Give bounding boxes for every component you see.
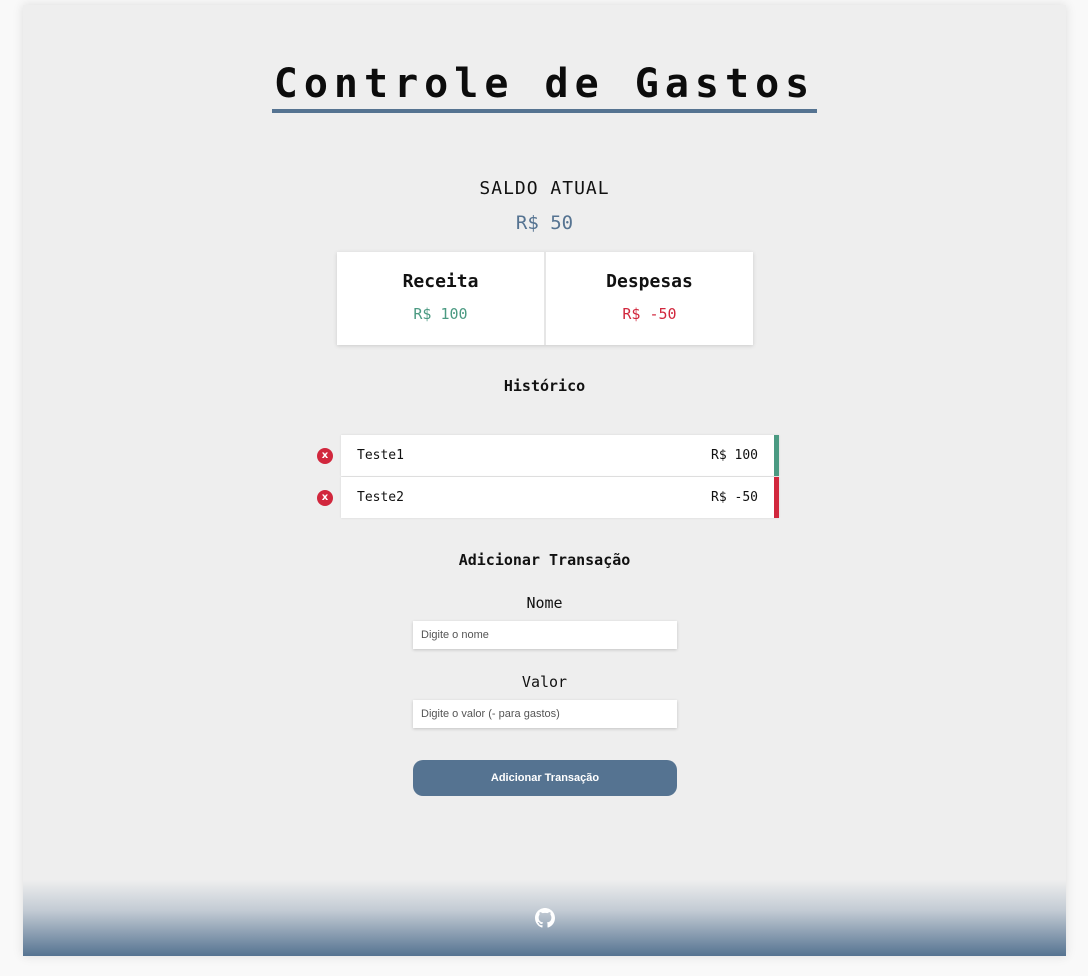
income-value: R$ 100: [413, 305, 468, 323]
transaction-amount: R$ 100: [711, 448, 758, 463]
page-title: Controle de Gastos: [271, 61, 818, 113]
page-header: Controle de Gastos: [23, 61, 1066, 113]
history-title: Histórico: [503, 377, 586, 395]
transaction-row: Teste2 R$ -50: [341, 477, 779, 518]
income-summary: Receita R$ 100: [337, 252, 544, 345]
transaction-name: Teste1: [357, 448, 404, 463]
expense-summary: Despesas R$ -50: [544, 252, 753, 345]
balance-value: R$ 50: [515, 212, 574, 234]
income-label: Receita: [402, 271, 479, 292]
transaction-item: x Teste1 R$ 100: [317, 435, 779, 477]
transaction-item: x Teste2 R$ -50: [317, 477, 779, 519]
value-label: Valor: [521, 673, 568, 691]
transaction-row: Teste1 R$ 100: [341, 435, 779, 476]
github-icon[interactable]: [534, 908, 555, 928]
transaction-amount: R$ -50: [711, 490, 758, 505]
name-input[interactable]: [413, 621, 677, 649]
summary-card: Receita R$ 100 Despesas R$ -50: [337, 252, 753, 345]
form-title: Adicionar Transação: [458, 551, 631, 569]
delete-button[interactable]: x: [317, 448, 333, 464]
footer: [23, 880, 1066, 956]
value-input[interactable]: [413, 700, 677, 728]
transaction-name: Teste2: [357, 490, 404, 505]
transaction-list: x Teste1 R$ 100 x Teste2 R$ -50: [317, 435, 779, 519]
app-container: Controle de Gastos SALDO ATUAL R$ 50 Rec…: [23, 5, 1066, 956]
expense-value: R$ -50: [622, 305, 677, 323]
name-label: Nome: [526, 594, 563, 612]
balance-label: SALDO ATUAL: [479, 178, 610, 199]
expense-label: Despesas: [606, 271, 693, 292]
add-transaction-button[interactable]: Adicionar Transação: [413, 760, 677, 796]
delete-button[interactable]: x: [317, 490, 333, 506]
